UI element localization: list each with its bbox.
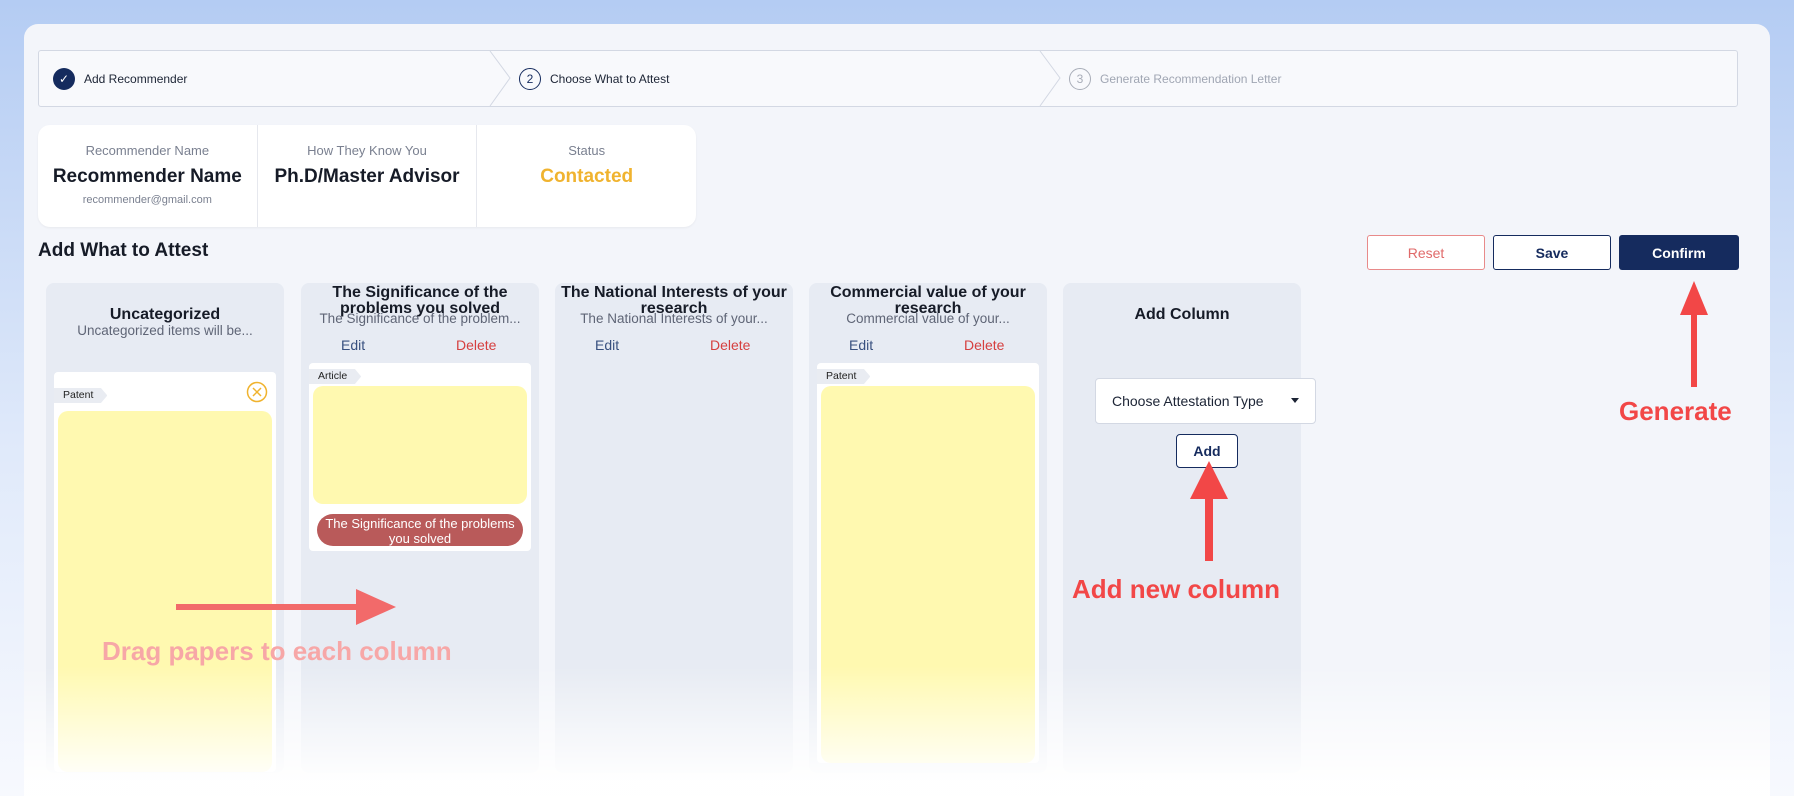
app-frame: ✓ Add Recommender 2 Choose What to Attes… [24,24,1770,796]
delete-column-link[interactable]: Delete [456,337,496,353]
relation-cell: How They Know You Ph.D/Master Advisor [258,125,478,227]
edit-column-link[interactable]: Edit [341,337,365,353]
step-number: 2 [519,67,541,90]
edit-column-link[interactable]: Edit [849,337,873,353]
recommender-email: recommender@gmail.com [82,194,212,206]
column-description: The Significance of the problem... [319,311,521,326]
column-commercial-value[interactable]: Commercial value of your research Commer… [809,283,1047,773]
step-number: 3 [1069,67,1091,90]
generate-annotation: Generate [1619,396,1732,426]
recommender-name: Recommender Name [52,166,242,187]
select-value: Choose Attestation Type [1112,393,1264,409]
drag-annotation: Drag papers to each column [102,636,452,666]
step-add-recommender[interactable]: ✓ Add Recommender [53,51,187,106]
check-icon: ✓ [53,67,75,90]
add-new-column-annotation: Add new column [1072,574,1280,604]
column-description: The National Interests of your... [580,311,768,326]
paper-tag: Patent [54,388,108,403]
step-generate-letter[interactable]: 3 Generate Recommendation Letter [1069,51,1281,106]
paper-tag: Patent [817,369,871,384]
attestation-type-select[interactable]: Choose Attestation Type [1095,378,1316,424]
recommender-info-card: Recommender Name Recommender Name recomm… [38,125,696,227]
paper-preview [313,386,527,504]
step-label: Add Recommender [84,71,188,86]
paper-tag: Article [309,369,362,384]
step-label: Choose What to Attest [550,71,670,86]
arrow-right-icon [176,589,396,625]
column-significance[interactable]: The Significance of the problems you sol… [301,283,539,773]
column-national-interests[interactable]: The National Interests of your research … [555,283,793,773]
status-cell: Status Contacted [477,125,696,227]
recommender-name-label: Recommender Name [85,143,210,158]
add-column-title: Add Column [1134,306,1230,323]
delete-column-link[interactable]: Delete [710,337,750,353]
category-pill: The Significance of the problems you sol… [317,514,523,546]
remove-icon[interactable] [246,381,268,403]
paper-preview [821,386,1035,763]
chevron-right-icon [1039,51,1061,106]
stepper: ✓ Add Recommender 2 Choose What to Attes… [38,50,1738,107]
column-uncategorized[interactable]: Uncategorized Uncategorized items will b… [46,283,284,773]
reset-button[interactable]: Reset [1367,235,1485,270]
step-choose-what-to-attest[interactable]: 2 Choose What to Attest [519,51,669,106]
arrow-up-icon [1680,281,1708,387]
chevron-right-icon [489,51,511,106]
delete-column-link[interactable]: Delete [964,337,1004,353]
relation-value: Ph.D/Master Advisor [274,166,460,187]
step-label: Generate Recommendation Letter [1100,71,1282,86]
status-label: Status [568,143,606,158]
save-button[interactable]: Save [1493,235,1611,270]
column-description: Uncategorized items will be... [77,323,253,338]
status-badge: Contacted [540,166,634,187]
section-title: Add What to Attest [38,240,209,261]
arrow-up-icon [1190,461,1228,561]
paper-card[interactable]: Article The Significance of the problems… [309,363,531,551]
relation-label: How They Know You [307,143,427,158]
caret-down-icon [1291,398,1299,403]
confirm-button[interactable]: Confirm [1619,235,1739,270]
column-description: Commercial value of your... [846,311,1010,326]
edit-column-link[interactable]: Edit [595,337,619,353]
column-add: Add Column [1063,283,1301,773]
paper-card[interactable]: Patent [54,372,276,772]
paper-card[interactable]: Patent [817,363,1039,763]
column-title: Uncategorized [109,306,221,323]
recommender-name-cell: Recommender Name Recommender Name recomm… [38,125,258,227]
